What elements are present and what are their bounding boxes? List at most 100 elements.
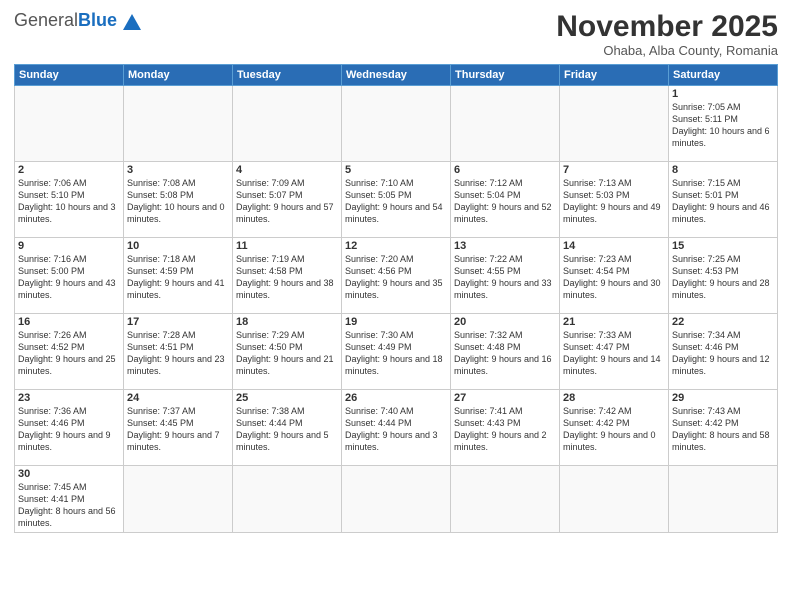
day-info: Sunrise: 7:12 AM Sunset: 5:04 PM Dayligh… [454,177,556,226]
day-header-monday: Monday [124,65,233,86]
day-number: 1 [672,88,774,100]
calendar-cell [451,466,560,533]
day-info: Sunrise: 7:30 AM Sunset: 4:49 PM Dayligh… [345,329,447,378]
day-info: Sunrise: 7:38 AM Sunset: 4:44 PM Dayligh… [236,405,338,454]
day-number: 15 [672,240,774,252]
day-info: Sunrise: 7:45 AM Sunset: 4:41 PM Dayligh… [18,481,120,530]
logo-icon [121,12,143,34]
day-info: Sunrise: 7:41 AM Sunset: 4:43 PM Dayligh… [454,405,556,454]
day-info: Sunrise: 7:22 AM Sunset: 4:55 PM Dayligh… [454,253,556,302]
calendar-cell [342,466,451,533]
page: GeneralBlue November 2025 Ohaba, Alba Co… [0,0,792,612]
day-number: 9 [18,240,120,252]
calendar-cell [342,86,451,162]
calendar-cell: 30Sunrise: 7:45 AM Sunset: 4:41 PM Dayli… [15,466,124,533]
calendar-cell: 18Sunrise: 7:29 AM Sunset: 4:50 PM Dayli… [233,314,342,390]
day-number: 22 [672,316,774,328]
calendar-cell: 28Sunrise: 7:42 AM Sunset: 4:42 PM Dayli… [560,390,669,466]
calendar-week-row: 30Sunrise: 7:45 AM Sunset: 4:41 PM Dayli… [15,466,778,533]
day-info: Sunrise: 7:36 AM Sunset: 4:46 PM Dayligh… [18,405,120,454]
calendar-cell: 3Sunrise: 7:08 AM Sunset: 5:08 PM Daylig… [124,162,233,238]
calendar-cell [233,86,342,162]
calendar-cell [669,466,778,533]
calendar-cell: 1Sunrise: 7:05 AM Sunset: 5:11 PM Daylig… [669,86,778,162]
day-number: 8 [672,164,774,176]
calendar-cell: 26Sunrise: 7:40 AM Sunset: 4:44 PM Dayli… [342,390,451,466]
calendar-cell [233,466,342,533]
calendar-week-row: 23Sunrise: 7:36 AM Sunset: 4:46 PM Dayli… [15,390,778,466]
calendar-week-row: 9Sunrise: 7:16 AM Sunset: 5:00 PM Daylig… [15,238,778,314]
day-info: Sunrise: 7:28 AM Sunset: 4:51 PM Dayligh… [127,329,229,378]
day-number: 7 [563,164,665,176]
calendar-cell: 15Sunrise: 7:25 AM Sunset: 4:53 PM Dayli… [669,238,778,314]
day-info: Sunrise: 7:25 AM Sunset: 4:53 PM Dayligh… [672,253,774,302]
day-number: 27 [454,392,556,404]
calendar-cell: 4Sunrise: 7:09 AM Sunset: 5:07 PM Daylig… [233,162,342,238]
calendar-cell [560,86,669,162]
calendar-cell: 21Sunrise: 7:33 AM Sunset: 4:47 PM Dayli… [560,314,669,390]
day-number: 19 [345,316,447,328]
calendar-cell: 12Sunrise: 7:20 AM Sunset: 4:56 PM Dayli… [342,238,451,314]
day-info: Sunrise: 7:29 AM Sunset: 4:50 PM Dayligh… [236,329,338,378]
day-number: 29 [672,392,774,404]
day-number: 5 [345,164,447,176]
calendar-cell: 20Sunrise: 7:32 AM Sunset: 4:48 PM Dayli… [451,314,560,390]
calendar-cell: 6Sunrise: 7:12 AM Sunset: 5:04 PM Daylig… [451,162,560,238]
logo-general: General [14,10,78,30]
day-number: 18 [236,316,338,328]
day-number: 3 [127,164,229,176]
day-number: 24 [127,392,229,404]
day-info: Sunrise: 7:26 AM Sunset: 4:52 PM Dayligh… [18,329,120,378]
day-number: 14 [563,240,665,252]
calendar-cell: 5Sunrise: 7:10 AM Sunset: 5:05 PM Daylig… [342,162,451,238]
day-header-thursday: Thursday [451,65,560,86]
day-number: 20 [454,316,556,328]
calendar-cell [124,86,233,162]
calendar-cell: 25Sunrise: 7:38 AM Sunset: 4:44 PM Dayli… [233,390,342,466]
day-info: Sunrise: 7:43 AM Sunset: 4:42 PM Dayligh… [672,405,774,454]
day-info: Sunrise: 7:23 AM Sunset: 4:54 PM Dayligh… [563,253,665,302]
day-info: Sunrise: 7:20 AM Sunset: 4:56 PM Dayligh… [345,253,447,302]
day-header-sunday: Sunday [15,65,124,86]
day-info: Sunrise: 7:08 AM Sunset: 5:08 PM Dayligh… [127,177,229,226]
calendar-header-row: SundayMondayTuesdayWednesdayThursdayFrid… [15,65,778,86]
calendar-cell: 2Sunrise: 7:06 AM Sunset: 5:10 PM Daylig… [15,162,124,238]
calendar-week-row: 1Sunrise: 7:05 AM Sunset: 5:11 PM Daylig… [15,86,778,162]
calendar-cell [124,466,233,533]
day-number: 17 [127,316,229,328]
day-number: 10 [127,240,229,252]
calendar-cell: 29Sunrise: 7:43 AM Sunset: 4:42 PM Dayli… [669,390,778,466]
day-info: Sunrise: 7:40 AM Sunset: 4:44 PM Dayligh… [345,405,447,454]
day-number: 16 [18,316,120,328]
day-info: Sunrise: 7:32 AM Sunset: 4:48 PM Dayligh… [454,329,556,378]
day-number: 11 [236,240,338,252]
day-info: Sunrise: 7:33 AM Sunset: 4:47 PM Dayligh… [563,329,665,378]
header: GeneralBlue November 2025 Ohaba, Alba Co… [14,10,778,58]
day-number: 30 [18,468,120,480]
calendar-week-row: 16Sunrise: 7:26 AM Sunset: 4:52 PM Dayli… [15,314,778,390]
logo-text: GeneralBlue [14,10,117,32]
day-info: Sunrise: 7:42 AM Sunset: 4:42 PM Dayligh… [563,405,665,454]
month-title: November 2025 [556,10,778,43]
calendar-cell: 10Sunrise: 7:18 AM Sunset: 4:59 PM Dayli… [124,238,233,314]
day-number: 28 [563,392,665,404]
day-header-friday: Friday [560,65,669,86]
calendar: SundayMondayTuesdayWednesdayThursdayFrid… [14,64,778,533]
day-info: Sunrise: 7:37 AM Sunset: 4:45 PM Dayligh… [127,405,229,454]
day-number: 23 [18,392,120,404]
calendar-cell: 11Sunrise: 7:19 AM Sunset: 4:58 PM Dayli… [233,238,342,314]
day-info: Sunrise: 7:06 AM Sunset: 5:10 PM Dayligh… [18,177,120,226]
calendar-cell: 16Sunrise: 7:26 AM Sunset: 4:52 PM Dayli… [15,314,124,390]
day-header-saturday: Saturday [669,65,778,86]
day-number: 2 [18,164,120,176]
day-info: Sunrise: 7:09 AM Sunset: 5:07 PM Dayligh… [236,177,338,226]
calendar-cell: 17Sunrise: 7:28 AM Sunset: 4:51 PM Dayli… [124,314,233,390]
calendar-cell: 14Sunrise: 7:23 AM Sunset: 4:54 PM Dayli… [560,238,669,314]
day-number: 25 [236,392,338,404]
day-header-wednesday: Wednesday [342,65,451,86]
calendar-cell: 9Sunrise: 7:16 AM Sunset: 5:00 PM Daylig… [15,238,124,314]
day-number: 4 [236,164,338,176]
day-info: Sunrise: 7:13 AM Sunset: 5:03 PM Dayligh… [563,177,665,226]
calendar-week-row: 2Sunrise: 7:06 AM Sunset: 5:10 PM Daylig… [15,162,778,238]
day-header-tuesday: Tuesday [233,65,342,86]
